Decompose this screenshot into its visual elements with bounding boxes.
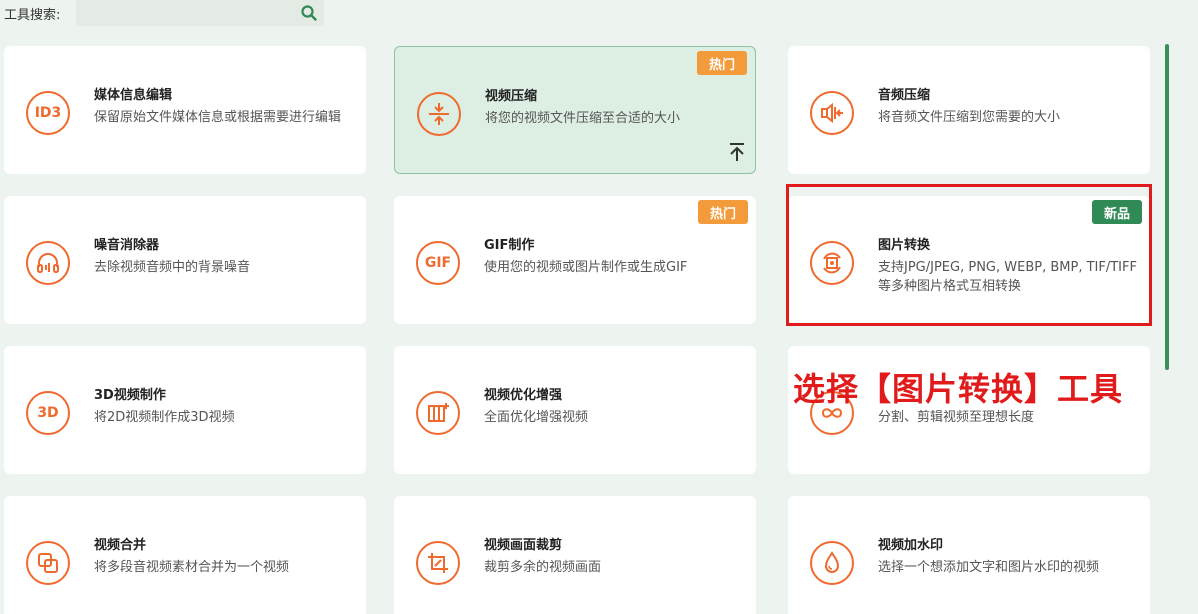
tool-title: 音频压缩 (878, 88, 931, 103)
id3-icon: ID3 (26, 91, 70, 135)
tool-card-media-info[interactable]: ID3 媒体信息编辑 保留原始文件媒体信息或根据需要进行编辑 (4, 46, 366, 174)
hot-badge: 热门 (697, 200, 748, 224)
tool-card-video-merge[interactable]: 视频合并 将多段音视频素材合并为一个视频 (4, 496, 366, 614)
tool-desc: 分割、剪辑视频至理想长度 (878, 410, 1035, 425)
search-input[interactable] (76, 0, 298, 24)
tool-desc: 使用您的视频或图片制作或生成GIF (484, 260, 688, 275)
tool-page: 工具搜索: ID3 媒体信息编辑 保留原始文件媒体信息或根据需要进行编辑 热门 … (0, 0, 1198, 614)
search-box[interactable] (76, 0, 324, 26)
tool-desc: 全面优化增强视频 (484, 410, 589, 425)
tool-desc: 将音频文件压缩到您需要的大小 (878, 110, 1061, 125)
pin-top-icon[interactable] (727, 141, 747, 163)
3d-icon: 3D (26, 391, 70, 435)
audio-compress-icon (810, 91, 854, 135)
gif-icon: GIF (416, 241, 460, 285)
merge-icon (26, 541, 70, 585)
hot-badge: 热门 (696, 51, 747, 75)
tool-title: 噪音消除器 (94, 238, 160, 253)
watermark-icon (810, 541, 854, 585)
search-label: 工具搜索: (4, 7, 61, 23)
tool-desc: 将2D视频制作成3D视频 (94, 410, 235, 425)
search-icon[interactable] (300, 4, 318, 22)
tool-title: 视频加水印 (878, 538, 944, 553)
search-row: 工具搜索: (0, 0, 324, 26)
video-enhance-icon (416, 391, 460, 435)
tool-desc: 将您的视频文件压缩至合适的大小 (485, 111, 681, 126)
compress-icon (417, 92, 461, 136)
tool-card-video-enhance[interactable]: 视频优化增强 全面优化增强视频 (394, 346, 756, 474)
tool-card-gif-maker[interactable]: 热门 GIF GIF制作 使用您的视频或图片制作或生成GIF (394, 196, 756, 324)
tool-desc: 将多段音视频素材合并为一个视频 (94, 560, 290, 575)
crop-icon (416, 541, 460, 585)
scrollbar[interactable] (1165, 44, 1169, 370)
highlight-box (786, 184, 1152, 326)
tool-card-video-compress[interactable]: 热门 视频压缩 将您的视频文件压缩至合适的大小 (394, 46, 756, 174)
tool-card-audio-compress[interactable]: 音频压缩 将音频文件压缩到您需要的大小 (788, 46, 1150, 174)
tool-title: GIF制作 (484, 238, 535, 253)
tool-card-noise-removal[interactable]: 噪音消除器 去除视频音频中的背景噪音 (4, 196, 366, 324)
tool-card-video-watermark[interactable]: 视频加水印 选择一个想添加文字和图片水印的视频 (788, 496, 1150, 614)
tool-desc: 去除视频音频中的背景噪音 (94, 260, 251, 275)
tool-title: 视频画面裁剪 (484, 538, 563, 553)
tool-title: 3D视频制作 (94, 388, 166, 403)
tool-title: 媒体信息编辑 (94, 88, 173, 103)
tool-card-video-crop[interactable]: 视频画面裁剪 裁剪多余的视频画面 (394, 496, 756, 614)
tool-title: 视频优化增强 (484, 388, 563, 403)
tool-desc: 裁剪多余的视频画面 (484, 560, 602, 575)
tool-card-3d-video[interactable]: 3D 3D视频制作 将2D视频制作成3D视频 (4, 346, 366, 474)
tool-desc: 选择一个想添加文字和图片水印的视频 (878, 560, 1100, 575)
tool-title: 视频压缩 (485, 89, 538, 104)
tool-desc: 保留原始文件媒体信息或根据需要进行编辑 (94, 110, 342, 125)
headphones-icon (26, 241, 70, 285)
annotation-text: 选择【图片转换】工具 (793, 370, 1124, 408)
tool-title: 视频合并 (94, 538, 147, 553)
